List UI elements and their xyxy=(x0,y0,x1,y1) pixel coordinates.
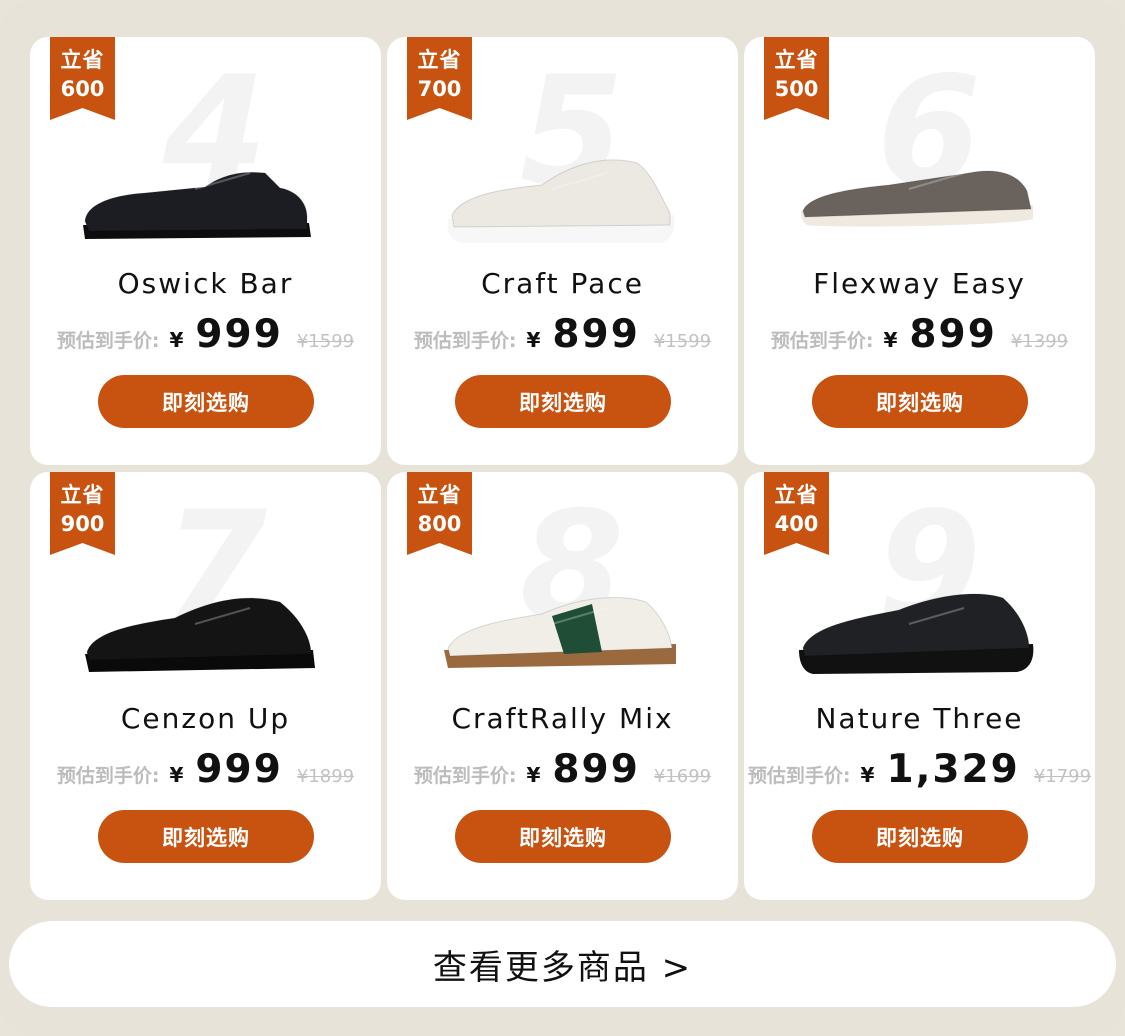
savings-badge: 立省 900 xyxy=(50,472,115,555)
product-card[interactable]: 5 立省 700 Craft Pace 预估到手价: ¥ 899 ¥1599 即… xyxy=(387,37,738,465)
sale-price: 899 xyxy=(909,312,997,357)
shoe-upper xyxy=(86,597,312,661)
product-grid: 4 立省 600 Oswick Bar 预估到手价: ¥ 999 ¥1599 即… xyxy=(30,37,1095,900)
price-line: 预估到手价: ¥ 899 ¥1699 xyxy=(387,747,738,799)
currency-symbol: ¥ xyxy=(883,328,898,352)
buy-now-button[interactable]: 即刻选购 xyxy=(455,375,671,428)
sale-price: 899 xyxy=(552,312,640,357)
product-name[interactable]: Craft Pace xyxy=(387,267,738,300)
price-line: 预估到手价: ¥ 999 ¥1899 xyxy=(30,747,381,799)
price-line: 预估到手价: ¥ 899 ¥1399 xyxy=(744,312,1095,364)
savings-badge-label: 立省 xyxy=(417,48,462,72)
product-name[interactable]: Oswick Bar xyxy=(30,267,381,300)
original-price: ¥1699 xyxy=(653,766,712,787)
currency-symbol: ¥ xyxy=(169,763,184,787)
shoe-image[interactable] xyxy=(789,133,1049,243)
shoe-upper xyxy=(451,159,671,228)
price-line: 预估到手价: ¥ 999 ¥1599 xyxy=(30,312,381,364)
savings-badge: 立省 600 xyxy=(50,37,115,120)
savings-badge-label: 立省 xyxy=(774,48,819,72)
original-price: ¥1599 xyxy=(653,331,712,352)
original-price: ¥1899 xyxy=(296,766,355,787)
currency-symbol: ¥ xyxy=(526,328,541,352)
product-card[interactable]: 9 立省 400 Nature Three 预估到手价: ¥ 1,329 ¥17… xyxy=(744,472,1095,900)
buy-now-button[interactable]: 即刻选购 xyxy=(812,375,1028,428)
shoe-upper xyxy=(802,170,1032,218)
price-label: 预估到手价: xyxy=(747,765,851,787)
original-price: ¥1799 xyxy=(1033,766,1092,787)
original-price: ¥1599 xyxy=(296,331,355,352)
shoe-upper xyxy=(84,171,308,232)
buy-now-button[interactable]: 即刻选购 xyxy=(98,375,314,428)
product-card[interactable]: 7 立省 900 Cenzon Up 预估到手价: ¥ 999 ¥1899 即刻… xyxy=(30,472,381,900)
product-card[interactable]: 8 立省 800 CraftRally Mix 预估到手价: ¥ 899 ¥16… xyxy=(387,472,738,900)
product-name[interactable]: Nature Three xyxy=(744,702,1095,735)
price-line: 预估到手价: ¥ 899 ¥1599 xyxy=(387,312,738,364)
currency-symbol: ¥ xyxy=(169,328,184,352)
shoe-image[interactable] xyxy=(75,133,335,243)
savings-badge-value: 900 xyxy=(60,512,105,536)
price-label: 预估到手价: xyxy=(413,765,517,787)
savings-badge-value: 800 xyxy=(417,512,462,536)
savings-badge-value: 500 xyxy=(774,77,819,101)
savings-badge-label: 立省 xyxy=(417,483,462,507)
savings-badge: 立省 800 xyxy=(407,472,472,555)
price-label: 预估到手价: xyxy=(413,330,517,352)
price-label: 预估到手价: xyxy=(770,330,874,352)
shoe-upper xyxy=(802,593,1030,657)
currency-symbol: ¥ xyxy=(860,763,875,787)
savings-badge: 立省 700 xyxy=(407,37,472,120)
buy-now-button[interactable]: 即刻选购 xyxy=(98,810,314,863)
buy-now-button[interactable]: 即刻选购 xyxy=(812,810,1028,863)
currency-symbol: ¥ xyxy=(526,763,541,787)
sale-price: 1,329 xyxy=(886,747,1020,792)
promo-panel: 4 立省 600 Oswick Bar 预估到手价: ¥ 999 ¥1599 即… xyxy=(0,0,1125,1036)
product-card[interactable]: 6 立省 500 Flexway Easy 预估到手价: ¥ 899 ¥1399… xyxy=(744,37,1095,465)
savings-badge-label: 立省 xyxy=(60,48,105,72)
savings-badge-label: 立省 xyxy=(774,483,819,507)
shoe-image[interactable] xyxy=(789,568,1049,678)
view-more-button[interactable]: 查看更多商品 > xyxy=(9,921,1116,1007)
savings-badge: 立省 500 xyxy=(764,37,829,120)
shoe-image[interactable] xyxy=(75,568,335,678)
savings-badge-value: 700 xyxy=(417,77,462,101)
product-name[interactable]: Cenzon Up xyxy=(30,702,381,735)
sale-price: 899 xyxy=(552,747,640,792)
product-name[interactable]: CraftRally Mix xyxy=(387,702,738,735)
price-label: 预估到手价: xyxy=(56,330,160,352)
savings-badge-value: 400 xyxy=(774,512,819,536)
shoe-image[interactable] xyxy=(432,568,692,678)
price-label: 预估到手价: xyxy=(56,765,160,787)
savings-badge: 立省 400 xyxy=(764,472,829,555)
savings-badge-label: 立省 xyxy=(60,483,105,507)
savings-badge-value: 600 xyxy=(60,77,105,101)
shoe-image[interactable] xyxy=(432,133,692,243)
product-card[interactable]: 4 立省 600 Oswick Bar 预估到手价: ¥ 999 ¥1599 即… xyxy=(30,37,381,465)
sale-price: 999 xyxy=(195,747,283,792)
product-name[interactable]: Flexway Easy xyxy=(744,267,1095,300)
sale-price: 999 xyxy=(195,312,283,357)
buy-now-button[interactable]: 即刻选购 xyxy=(455,810,671,863)
original-price: ¥1399 xyxy=(1010,331,1069,352)
price-line: 预估到手价: ¥ 1,329 ¥1799 xyxy=(744,747,1095,799)
